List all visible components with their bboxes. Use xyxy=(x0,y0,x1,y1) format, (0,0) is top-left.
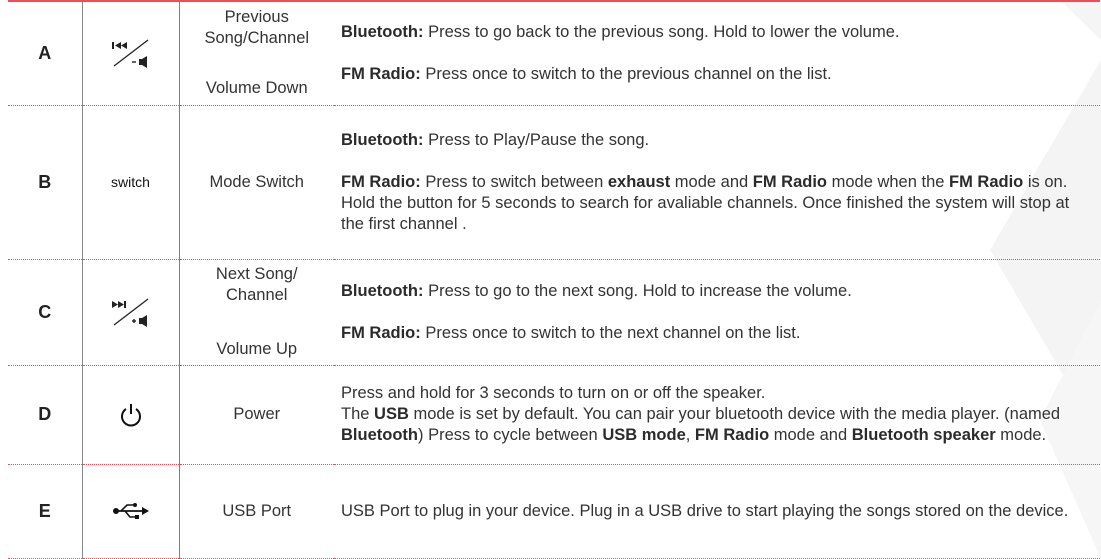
description-paragraph: Hold the button for 5 seconds to search … xyxy=(341,193,1094,235)
emphasis-text: FM Radio: xyxy=(341,64,421,83)
description-text: mode is set by default. You can pair you… xyxy=(408,405,1061,423)
emphasis-text: FM Radio: xyxy=(341,323,421,342)
control-name-line: Mode Switch xyxy=(209,172,304,191)
description-text: is on. xyxy=(1023,172,1068,191)
control-name-secondary: Volume Up xyxy=(216,340,298,358)
emphasis-text: FM Radio xyxy=(949,172,1024,191)
power-icon xyxy=(81,365,179,465)
emphasis-text: exhaust xyxy=(607,172,671,191)
control-description: Press and hold for 3 seconds to turn on … xyxy=(334,365,1100,465)
row-letter: D xyxy=(8,365,82,465)
control-description: USB Port to plug in your device. Plug in… xyxy=(334,464,1100,559)
switch-text: switch xyxy=(111,173,150,190)
table-row: D Power Press and hold for 3 seconds to tu… xyxy=(8,365,1100,465)
description-text: mode when the xyxy=(827,172,950,191)
emphasis-text: FM Radio xyxy=(752,172,828,191)
control-name-line: Next Song/ xyxy=(215,265,298,283)
row-letter: E xyxy=(8,464,82,559)
prev-volume-down-icon xyxy=(81,0,179,106)
description-text: mode and xyxy=(769,426,852,444)
description-paragraph: Bluetooth: Press to Play/Pause the song. xyxy=(341,130,1094,151)
description-text: mode. xyxy=(995,426,1047,444)
row-letter: C xyxy=(8,259,82,366)
control-name: USB Port xyxy=(178,464,334,559)
description-text: USB Port to plug in your device. Plug in… xyxy=(341,501,1069,520)
control-name-line: Channel xyxy=(226,286,288,304)
row-letter: B xyxy=(8,105,82,260)
control-name-line: Power xyxy=(233,405,281,423)
description-text: Press to switch between xyxy=(420,172,608,191)
description-paragraph: Bluetooth: Press to go to the next song.… xyxy=(341,281,1094,302)
switch-label: switch xyxy=(81,105,179,260)
description-text: Press to go to the next song. Hold to in… xyxy=(423,281,852,300)
description-paragraph: FM Radio: Press to switch between exhaus… xyxy=(341,172,1094,193)
emphasis-text: Bluetooth: xyxy=(341,281,424,300)
control-name-secondary: Volume Down xyxy=(205,79,308,98)
description-text: , xyxy=(685,426,695,444)
description-paragraph: Bluetooth: Press to go back to the previ… xyxy=(341,22,1094,43)
table-row: C Next Song/Channel Volume Up Bluetooth: Pr… xyxy=(8,259,1100,366)
description-text: Press to Play/Pause the song. xyxy=(423,130,650,149)
control-name: Power xyxy=(178,365,334,465)
description-text: The xyxy=(341,405,375,423)
emphasis-text: FM Radio: xyxy=(341,172,421,191)
emphasis-text: Bluetooth xyxy=(341,426,418,444)
control-description: Bluetooth: Press to go back to the previ… xyxy=(334,0,1100,106)
description-text: Press once to switch to the next channel… xyxy=(420,323,801,342)
row-letter: A xyxy=(8,0,82,106)
control-name: Next Song/Channel Volume Up xyxy=(178,259,334,366)
description-paragraph: USB Port to plug in your device. Plug in… xyxy=(341,501,1094,522)
controls-table: A Previous Song/Channel Volume Down Bluetoot… xyxy=(8,0,1100,559)
emphasis-text: USB xyxy=(374,405,409,423)
control-name: Mode Switch xyxy=(178,105,334,260)
emphasis-text: FM Radio xyxy=(694,426,770,444)
description-text: ) Press to cycle between xyxy=(417,426,603,444)
description-paragraph: FM Radio: Press once to switch to the pr… xyxy=(341,64,1094,85)
description-paragraph: FM Radio: Press once to switch to the ne… xyxy=(341,323,1094,344)
table-row: E USB Port USB Port to plug in your device… xyxy=(8,464,1100,559)
control-description: Bluetooth: Press to go to the next song.… xyxy=(334,259,1100,366)
table-row: A Previous Song/Channel Volume Down Bluetoot… xyxy=(8,0,1100,106)
description-text: Press and hold for 3 seconds to turn on … xyxy=(341,384,766,402)
next-volume-up-icon xyxy=(81,259,179,366)
description-text: Press once to switch to the previous cha… xyxy=(420,64,832,83)
emphasis-text: USB mode xyxy=(602,426,686,444)
description-text: Press to go back to the previous song. H… xyxy=(423,22,900,41)
usb-icon xyxy=(81,464,179,559)
emphasis-text: Bluetooth speaker xyxy=(851,426,996,444)
description-text: Hold the button for 5 seconds to search … xyxy=(341,193,1070,233)
control-name-line: USB Port xyxy=(222,501,292,520)
control-description: Bluetooth: Press to Play/Pause the song.… xyxy=(334,105,1100,260)
control-name-line: Previous xyxy=(224,8,289,27)
description-paragraph: Press and hold for 3 seconds to turn on … xyxy=(341,383,1094,404)
table-row: Bswitch Mode Switch Bluetooth: Press to Pl… xyxy=(8,105,1100,260)
emphasis-text: Bluetooth: xyxy=(341,22,424,41)
description-text: mode and xyxy=(670,172,753,191)
control-name: Previous Song/Channel Volume Down xyxy=(178,0,334,106)
emphasis-text: Bluetooth: xyxy=(341,130,424,149)
description-paragraph: The USB mode is set by default. You can … xyxy=(341,404,1094,446)
control-name-line: Song/Channel xyxy=(204,29,310,48)
